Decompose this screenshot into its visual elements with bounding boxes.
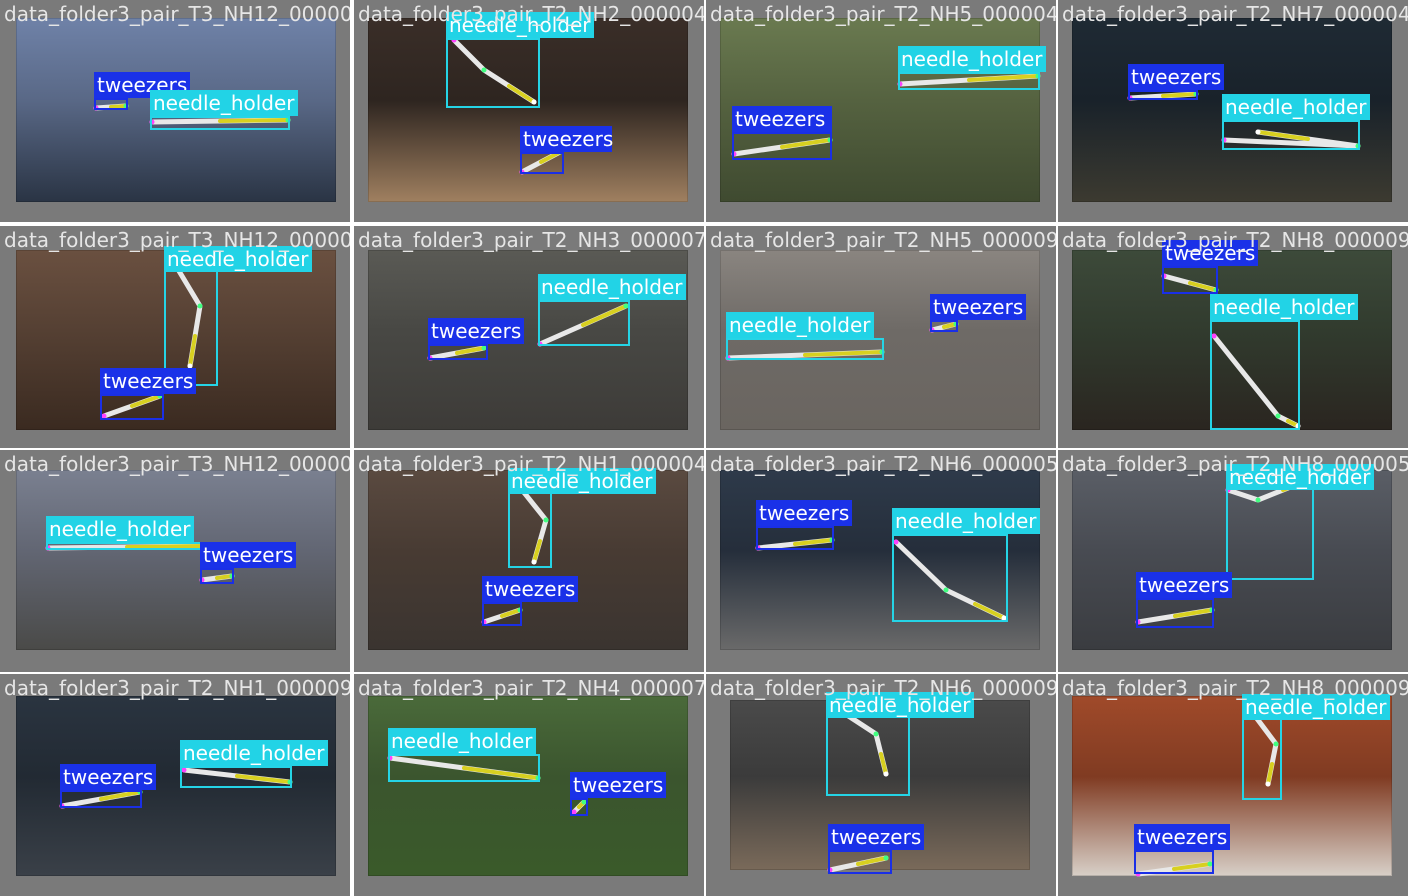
tweezers-box [482,602,522,626]
needle-holder-label: needle_holder [1210,294,1358,320]
needle-holder-box [726,338,884,360]
mosaic-tile: needle_holder tweezers data_folder3_pair_T… [354,226,704,448]
needle-holder-label: needle_holder [726,312,874,338]
needle-holder-label: needle_holder [892,508,1040,534]
tweezers-label: tweezers [428,318,524,344]
mosaic-tile: needle_holder tweezers data_folder3_pair_T… [0,674,350,896]
needle-holder-label: needle_holder [898,46,1046,72]
tweezers-box [1162,266,1218,294]
mosaic-tile: needle_holder tweezers data_folder3_pair_T… [0,450,350,672]
tweezers-box [520,152,564,174]
tweezers-label: tweezers [482,576,578,602]
needle-holder-box [1222,120,1360,150]
needle-holder-box [446,38,540,108]
tweezers-box [1128,90,1198,100]
instrument-overlay [427,303,629,361]
needle-holder-label: needle_holder [46,516,194,542]
tweezers-label: tweezers [60,764,156,790]
tweezers-box [428,344,488,360]
mosaic-tile: tweezers needle_holder data_folder3_pair_T… [1058,0,1408,222]
mosaic-tile: tweezers needle_holder data_folder3_pair_T… [706,450,1056,672]
instrument-overlay [59,767,293,809]
needle-holder-label: needle_holder [180,740,328,766]
instrument-overlay [45,543,235,583]
tweezers-label: tweezers [732,106,832,132]
mosaic-tile: needle_holder tweezers data_folder3_pair_T… [1058,674,1408,896]
needle-holder-label: needle_holder [508,468,656,494]
tweezers-box [570,798,588,816]
mosaic-tile: needle_holder tweezers data_folder3_pair_T… [706,0,1056,222]
mosaic-grid: tweezers needle_holder data_folder3_pair_T… [0,0,1408,896]
mosaic-tile: needle_holder tweezers data_folder3_pair_T… [706,674,1056,896]
tweezers-box [732,132,832,160]
needle-holder-box [892,534,1008,622]
needle-holder-label: needle_holder [388,728,536,754]
needle-holder-box [898,72,1040,90]
needle-holder-label: needle_holder [1242,694,1390,720]
needle-holder-box [150,116,290,130]
mosaic-tile: tweezers needle_holder data_folder3_pair_T… [1058,226,1408,448]
needle-holder-box [180,766,292,788]
tweezers-box [94,98,128,110]
tweezers-box [60,790,142,808]
tweezers-label: tweezers [828,824,924,850]
needle-holder-label: needle_holder [1222,94,1370,120]
tweezers-label: tweezers [100,368,196,394]
mosaic-tile: needle_holder tweezers data_folder3_pair_T… [0,226,350,448]
mosaic-tile: needle_holder tweezers data_folder3_pair_T… [1058,450,1408,672]
tweezers-box [828,850,892,874]
needle-holder-label: needle_holder [538,274,686,300]
mosaic-tile: needle_holder tweezers data_folder3_pair_T… [354,450,704,672]
tweezers-label: tweezers [930,294,1026,320]
mosaic-tile: tweezers needle_holder data_folder3_pair_T… [706,226,1056,448]
needle-holder-box [388,754,540,782]
tweezers-label: tweezers [1128,64,1224,90]
tweezers-label: tweezers [200,542,296,568]
mosaic-tile: needle_holder tweezers data_folder3_pair_T… [354,0,704,222]
tweezers-label: tweezers [756,500,852,526]
needle-holder-label: needle_holder [446,12,594,38]
tweezers-label: tweezers [1162,240,1258,266]
tweezers-box [1136,598,1214,628]
needle-holder-label: needle_holder [826,692,974,718]
needle-holder-label: needle_holder [1226,464,1374,490]
mosaic-tile: tweezers needle_holder data_folder3_pair_T… [0,0,350,222]
needle-holder-box [538,300,630,346]
tweezers-box [1134,850,1214,874]
needle-holder-box [46,542,208,550]
tweezers-label: tweezers [1134,824,1230,850]
tweezers-box [200,568,234,584]
tweezers-box [100,394,164,420]
tweezers-label: tweezers [520,126,613,152]
tweezers-label: tweezers [1136,572,1232,598]
tweezers-label: tweezers [570,772,666,798]
needle-holder-label: needle_holder [164,246,312,272]
tweezers-box [756,526,834,550]
tweezers-box [930,320,958,332]
needle-holder-label: needle_holder [150,90,298,116]
needle-holder-box [1210,320,1300,430]
mosaic-tile: needle_holder tweezers data_folder3_pair_T… [354,674,704,896]
